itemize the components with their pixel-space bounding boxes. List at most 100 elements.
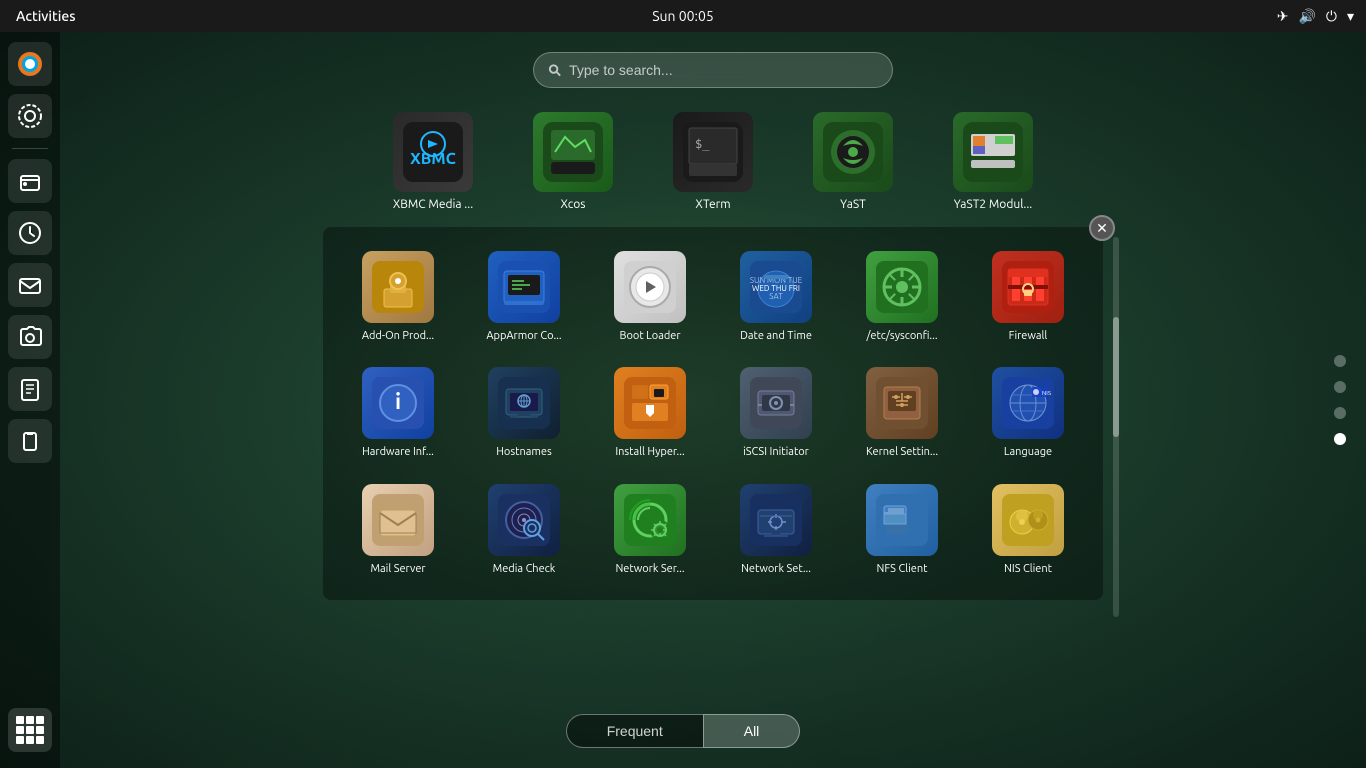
panel-scrollbar[interactable] bbox=[1113, 237, 1119, 617]
app-mediacheck[interactable]: Media Check bbox=[465, 476, 583, 584]
bootloader-label: Boot Loader bbox=[619, 329, 680, 343]
tab-frequent[interactable]: Frequent bbox=[566, 714, 703, 748]
app-addon-products[interactable]: Add-On Prod... bbox=[339, 243, 457, 351]
app-tile-xbmc[interactable]: XBMC XBMC Media ... bbox=[368, 104, 498, 219]
networkser-icon bbox=[614, 484, 686, 556]
sidebar-divider bbox=[12, 148, 48, 149]
networksett-label: Network Set... bbox=[741, 562, 811, 576]
dot-2[interactable] bbox=[1334, 381, 1346, 393]
xcos-label: Xcos bbox=[560, 198, 585, 211]
networksett-icon bbox=[740, 484, 812, 556]
right-dots-nav bbox=[1334, 355, 1346, 445]
hostnames-label: Hostnames bbox=[496, 445, 551, 459]
installhyper-icon bbox=[614, 367, 686, 439]
dot-1[interactable] bbox=[1334, 355, 1346, 367]
bottom-tabs: Frequent All bbox=[566, 714, 801, 748]
svg-text:NIS: NIS bbox=[1042, 390, 1051, 397]
svg-text:i: i bbox=[395, 389, 401, 414]
app-bootloader[interactable]: Boot Loader bbox=[591, 243, 709, 351]
app-installhyper[interactable]: Install Hyper... bbox=[591, 359, 709, 467]
sidebar-app-firefox[interactable] bbox=[8, 42, 52, 86]
sidebar-app-mail[interactable] bbox=[8, 263, 52, 307]
app-networksett[interactable]: Network Set... bbox=[717, 476, 835, 584]
iscsi-label: iSCSI Initiator bbox=[743, 445, 809, 459]
sidebar-app-clipboard[interactable] bbox=[8, 419, 52, 463]
dot-3[interactable] bbox=[1334, 407, 1346, 419]
yast-icon bbox=[813, 112, 893, 192]
hwinfo-label: Hardware Inf... bbox=[362, 445, 434, 459]
iscsi-icon bbox=[740, 367, 812, 439]
mediacheck-label: Media Check bbox=[493, 562, 556, 576]
sidebar-app-screenshot[interactable] bbox=[8, 315, 52, 359]
sidebar-app-notes[interactable] bbox=[8, 367, 52, 411]
app-tile-yast[interactable]: YaST bbox=[788, 104, 918, 219]
nisclient-icon bbox=[992, 484, 1064, 556]
app-iscsi[interactable]: iSCSI Initiator bbox=[717, 359, 835, 467]
app-panel: ✕ Add-On Prod... bbox=[323, 227, 1103, 600]
tab-all[interactable]: All bbox=[703, 714, 801, 748]
yast2-label: YaST2 Modul... bbox=[954, 198, 1033, 211]
panel-scrollbar-thumb[interactable] bbox=[1113, 317, 1119, 437]
yast2-icon bbox=[953, 112, 1033, 192]
nfsclient-icon bbox=[866, 484, 938, 556]
datetime-icon: SUN MON TUE WED THU FRI SAT bbox=[740, 251, 812, 323]
grid-icon bbox=[16, 716, 44, 744]
xcos-icon bbox=[533, 112, 613, 192]
search-bar bbox=[533, 52, 893, 88]
networkser-label: Network Ser... bbox=[615, 562, 684, 576]
app-tile-xcos[interactable]: Xcos bbox=[508, 104, 638, 219]
topbar: Activities Sun 00:05 ✈ 🔊 ⏻ ▾ bbox=[0, 0, 1366, 32]
mediacheck-icon bbox=[488, 484, 560, 556]
yast-label: YaST bbox=[840, 198, 866, 211]
xbmc-icon: XBMC bbox=[393, 112, 473, 192]
hwinfo-icon: i bbox=[362, 367, 434, 439]
mailserver-icon bbox=[362, 484, 434, 556]
app-etcsysconf[interactable]: /etc/sysconfi... bbox=[843, 243, 961, 351]
app-nfsclient[interactable]: NFS Client bbox=[843, 476, 961, 584]
app-grid-button[interactable] bbox=[8, 708, 52, 752]
power-icon[interactable]: ⏻ bbox=[1326, 8, 1337, 25]
firewall-icon bbox=[992, 251, 1064, 323]
search-icon bbox=[548, 63, 561, 77]
clock-display: Sun 00:05 bbox=[652, 8, 714, 24]
app-tile-xterm[interactable]: $_ XTerm bbox=[648, 104, 778, 219]
search-container bbox=[533, 52, 893, 88]
app-mailserver[interactable]: Mail Server bbox=[339, 476, 457, 584]
language-icon: NIS bbox=[992, 367, 1064, 439]
installhyper-label: Install Hyper... bbox=[615, 445, 684, 459]
app-kernel[interactable]: Kernel Settin... bbox=[843, 359, 961, 467]
sidebar-app-backup[interactable] bbox=[8, 159, 52, 203]
language-label: Language bbox=[1004, 445, 1052, 459]
activities-button[interactable]: Activities bbox=[12, 8, 80, 24]
mailserver-label: Mail Server bbox=[370, 562, 425, 576]
app-tile-yast2[interactable]: YaST2 Modul... bbox=[928, 104, 1058, 219]
app-apparmor[interactable]: AppArmor Co... bbox=[465, 243, 583, 351]
volume-icon[interactable]: 🔊 bbox=[1298, 8, 1315, 25]
sidebar bbox=[0, 32, 60, 768]
panel-app-grid: Add-On Prod... AppArmor Co... bbox=[339, 243, 1087, 584]
app-networkser[interactable]: Network Ser... bbox=[591, 476, 709, 584]
svg-text:XBMC: XBMC bbox=[410, 150, 456, 168]
firewall-label: Firewall bbox=[1009, 329, 1048, 343]
app-language[interactable]: NIS Language bbox=[969, 359, 1087, 467]
app-datetime[interactable]: SUN MON TUE WED THU FRI SAT Date and Tim… bbox=[717, 243, 835, 351]
svg-text:$_: $_ bbox=[695, 137, 710, 151]
svg-text:SAT: SAT bbox=[769, 292, 783, 301]
app-hostnames[interactable]: Hostnames bbox=[465, 359, 583, 467]
power-arrow-icon[interactable]: ▾ bbox=[1347, 8, 1354, 25]
dot-4[interactable] bbox=[1334, 433, 1346, 445]
search-input[interactable] bbox=[569, 62, 878, 78]
sidebar-app-timeshift[interactable] bbox=[8, 211, 52, 255]
system-tray: ✈ 🔊 ⏻ ▾ bbox=[1277, 8, 1354, 25]
app-firewall[interactable]: Firewall bbox=[969, 243, 1087, 351]
apparmor-icon bbox=[488, 251, 560, 323]
datetime-label: Date and Time bbox=[740, 329, 812, 343]
sidebar-app-settings[interactable] bbox=[8, 94, 52, 138]
bootloader-icon bbox=[614, 251, 686, 323]
addon-products-icon bbox=[362, 251, 434, 323]
app-nisclient[interactable]: NIS Client bbox=[969, 476, 1087, 584]
airplane-mode-icon[interactable]: ✈ bbox=[1277, 8, 1289, 25]
panel-close-button[interactable]: ✕ bbox=[1089, 215, 1115, 241]
main-area: XBMC XBMC Media ... Xcos bbox=[0, 32, 1366, 768]
app-hwinfo[interactable]: i Hardware Inf... bbox=[339, 359, 457, 467]
